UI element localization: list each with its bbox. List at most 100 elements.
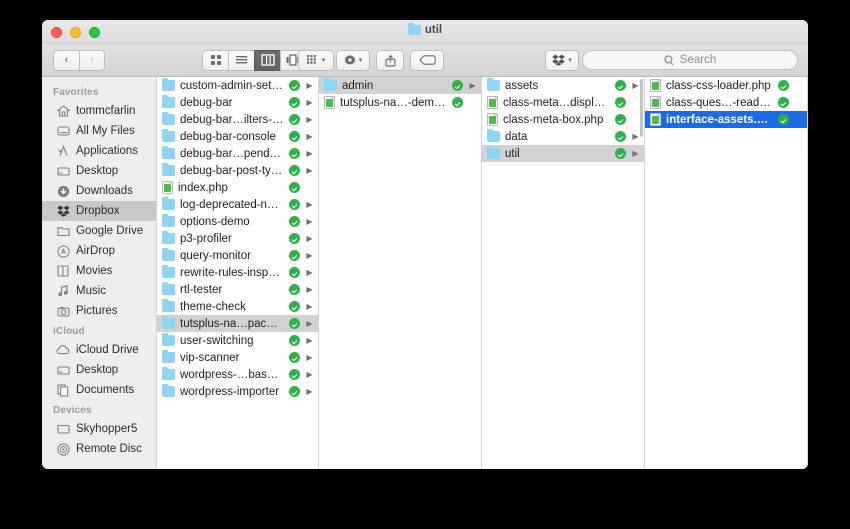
window-title: util [42, 22, 808, 36]
column-scrollbar[interactable] [640, 79, 643, 137]
sidebar-item-all-my-files[interactable]: All My Files [42, 121, 156, 141]
file-name: debug-bar…ilters-addon [180, 113, 284, 126]
home-icon [56, 104, 70, 118]
file-row[interactable]: query-monitor ▶ [157, 247, 318, 264]
disclosure-arrow-icon[interactable]: ▶ [305, 319, 314, 328]
file-row[interactable]: admin ▶ [319, 77, 481, 94]
column-view-button[interactable] [254, 49, 280, 71]
disclosure-arrow-icon[interactable]: ▶ [305, 251, 314, 260]
file-row[interactable]: p3-profiler ▶ [157, 230, 318, 247]
file-row[interactable]: data ▶ [482, 128, 644, 145]
dropbox-synced-icon [289, 199, 300, 210]
file-row[interactable]: class-meta-box.php▶ [482, 111, 644, 128]
gear-icon [344, 54, 356, 66]
sidebar-item-icloud-drive[interactable]: iCloud Drive [42, 340, 156, 360]
action-menu-button[interactable]: ▾ [336, 49, 370, 71]
file-row[interactable]: wordpress-importer ▶ [157, 383, 318, 400]
disclosure-arrow-icon[interactable]: ▶ [305, 353, 314, 362]
sidebar-item-documents[interactable]: Documents [42, 380, 156, 400]
chevron-down-icon: ▾ [321, 56, 326, 64]
disclosure-arrow-icon[interactable]: ▶ [305, 132, 314, 141]
search-placeholder: Search [679, 54, 717, 66]
file-row[interactable]: debug-bar-console ▶ [157, 128, 318, 145]
disclosure-arrow-icon[interactable]: ▶ [305, 217, 314, 226]
search-icon [664, 54, 674, 65]
sidebar-item-label: Google Drive [76, 225, 144, 237]
disclosure-arrow-icon[interactable]: ▶ [305, 234, 314, 243]
file-row[interactable]: class-meta…display.php▶ [482, 94, 644, 111]
folder-icon [162, 383, 175, 397]
dropbox-synced-icon [615, 114, 626, 125]
sidebar-item-pictures[interactable]: Pictures [42, 301, 156, 321]
file-row[interactable]: debug-bar…pendencies ▶ [157, 145, 318, 162]
file-row[interactable]: debug-bar…ilters-addon ▶ [157, 111, 318, 128]
sidebar-item-skyhopper5[interactable]: Skyhopper5 [42, 419, 156, 439]
sidebar-item-music[interactable]: Music [42, 281, 156, 301]
folder-icon [487, 77, 500, 91]
sidebar-item-downloads[interactable]: Downloads [42, 181, 156, 201]
file-row[interactable]: interface-assets.php▶ [645, 111, 807, 128]
file-row[interactable]: custom-admin-settings ▶ [157, 77, 318, 94]
sidebar-item-label: Applications [76, 145, 139, 157]
file-row[interactable]: debug-bar-post-types ▶ [157, 162, 318, 179]
folder-icon [162, 111, 175, 125]
disclosure-arrow-icon[interactable]: ▶ [305, 336, 314, 345]
file-row[interactable]: tutsplus-na…-demo.php▶ [319, 94, 481, 111]
file-row[interactable]: index.php▶ [157, 179, 318, 196]
sidebar-item-applications[interactable]: Applications [42, 141, 156, 161]
disclosure-arrow-icon[interactable]: ▶ [305, 200, 314, 209]
folder-icon [162, 94, 175, 108]
list-view-button[interactable] [228, 49, 254, 71]
file-row[interactable]: vip-scanner ▶ [157, 349, 318, 366]
search-input[interactable]: Search [582, 50, 798, 70]
file-row[interactable]: wordpress-…base-reset ▶ [157, 366, 318, 383]
back-button[interactable]: ‹ [53, 49, 79, 71]
icon-view-button[interactable] [202, 49, 228, 71]
disclosure-arrow-icon[interactable]: ▶ [631, 81, 640, 90]
file-row[interactable]: rtl-tester ▶ [157, 281, 318, 298]
sidebar-item-label: Desktop [76, 364, 119, 376]
sidebar-item-dropbox[interactable]: Dropbox [42, 201, 156, 221]
sidebar-item-remote-disc[interactable]: Remote Disc [42, 439, 156, 459]
dropbox-synced-icon [289, 80, 300, 91]
file-row[interactable]: log-deprecated-notices ▶ [157, 196, 318, 213]
file-row[interactable]: assets ▶ [482, 77, 644, 94]
disclosure-arrow-icon[interactable]: ▶ [305, 166, 314, 175]
file-row[interactable]: class-ques…-reader.php▶ [645, 94, 807, 111]
forward-button[interactable]: › [79, 49, 105, 71]
disclosure-arrow-icon[interactable]: ▶ [305, 285, 314, 294]
folder-icon [324, 77, 337, 91]
disclosure-arrow-icon[interactable]: ▶ [631, 149, 640, 158]
disclosure-arrow-icon[interactable]: ▶ [305, 81, 314, 90]
disclosure-arrow-icon[interactable]: ▶ [305, 302, 314, 311]
file-row[interactable]: options-demo ▶ [157, 213, 318, 230]
sidebar-item-google-drive[interactable]: Google Drive [42, 221, 156, 241]
share-button[interactable] [376, 49, 404, 71]
sidebar-item-desktop[interactable]: Desktop [42, 360, 156, 380]
file-row[interactable]: debug-bar ▶ [157, 94, 318, 111]
arrange-icon [306, 54, 316, 64]
disclosure-arrow-icon[interactable]: ▶ [305, 268, 314, 277]
arrange-button[interactable]: ▾ [298, 49, 334, 71]
file-row[interactable]: user-switching ▶ [157, 332, 318, 349]
dropbox-menu-button[interactable]: ▾ [545, 49, 579, 71]
file-row[interactable]: util ▶ [482, 145, 644, 162]
disclosure-arrow-icon[interactable]: ▶ [305, 370, 314, 379]
sidebar-item-movies[interactable]: Movies [42, 261, 156, 281]
disclosure-arrow-icon[interactable]: ▶ [468, 81, 477, 90]
php-file-icon [487, 96, 498, 109]
disclosure-arrow-icon[interactable]: ▶ [305, 98, 314, 107]
tag-button[interactable] [410, 49, 444, 71]
sidebar-item-tommcfarlin[interactable]: tommcfarlin [42, 101, 156, 121]
disclosure-arrow-icon[interactable]: ▶ [305, 149, 314, 158]
file-row[interactable]: class-css-loader.php▶ [645, 77, 807, 94]
sidebar-item-airdrop[interactable]: AirDrop [42, 241, 156, 261]
file-row[interactable]: rewrite-rules-inspector ▶ [157, 264, 318, 281]
php-file-icon [650, 113, 661, 126]
sidebar-item-desktop[interactable]: Desktop [42, 161, 156, 181]
disclosure-arrow-icon[interactable]: ▶ [305, 115, 314, 124]
disclosure-arrow-icon[interactable]: ▶ [305, 387, 314, 396]
file-row[interactable]: tutsplus-na…pace-demo ▶ [157, 315, 318, 332]
file-row[interactable]: theme-check ▶ [157, 298, 318, 315]
disclosure-arrow-icon[interactable]: ▶ [631, 132, 640, 141]
